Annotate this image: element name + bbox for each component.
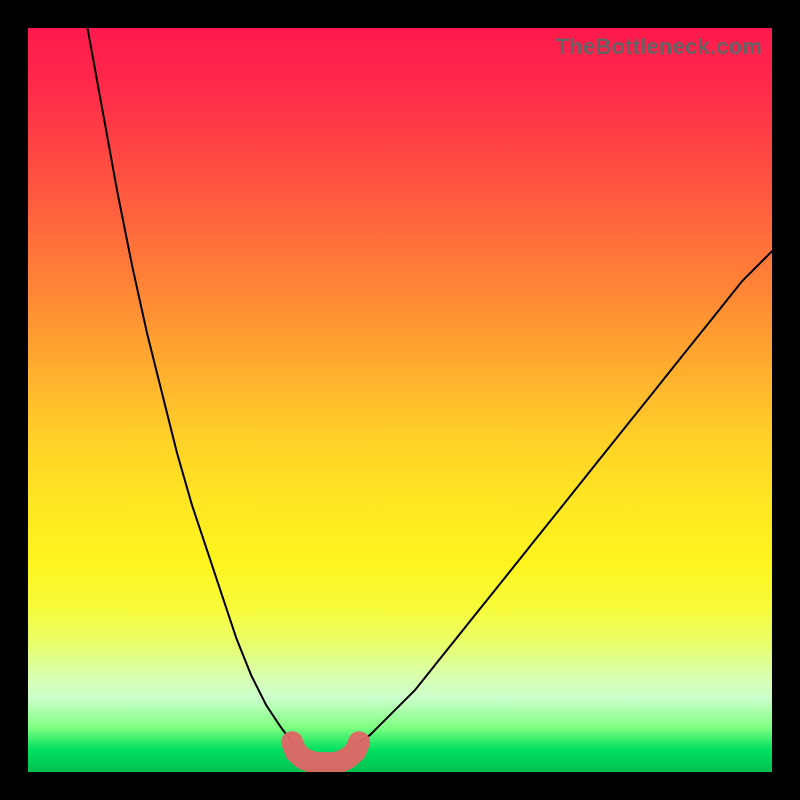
curve-layer	[28, 28, 772, 772]
right-curve	[359, 251, 772, 742]
left-curve	[88, 28, 293, 742]
chart-frame: TheBottleneck.com	[0, 0, 800, 800]
plot-area: TheBottleneck.com	[28, 28, 772, 772]
target-marker	[292, 742, 359, 763]
